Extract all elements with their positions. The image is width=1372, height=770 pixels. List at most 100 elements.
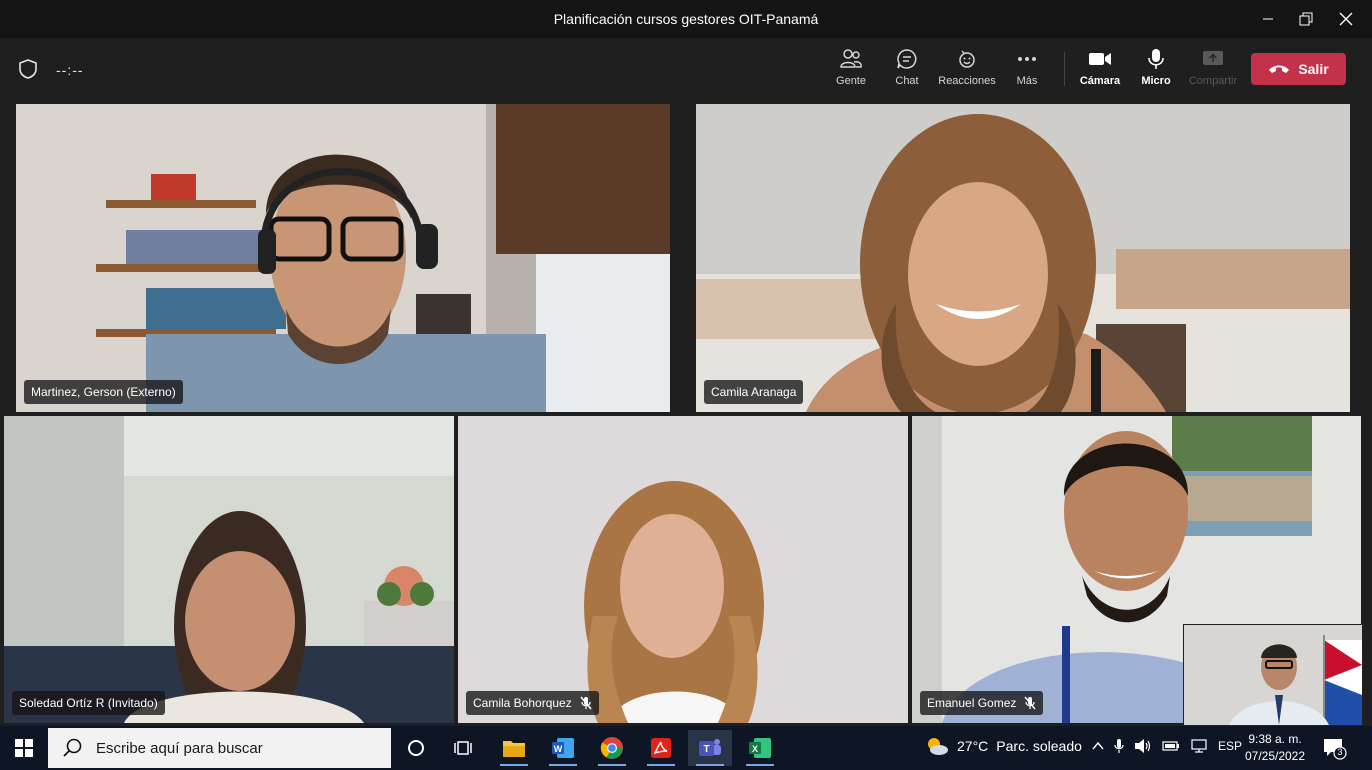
chevron-up-icon[interactable] <box>1092 741 1104 751</box>
close-icon <box>1339 12 1353 26</box>
participant-name-tag: Camila Bohorquez <box>466 691 599 715</box>
weather-widget[interactable]: 27°C Parc. soleado <box>925 736 1082 756</box>
notification-count: 3 <box>1337 747 1343 757</box>
participant-video <box>458 416 908 723</box>
excel-button[interactable]: X <box>738 730 782 766</box>
toolbar-divider <box>1064 52 1065 86</box>
chrome-icon <box>600 737 623 759</box>
reactions-button[interactable]: Reacciones <box>934 48 1000 96</box>
share-icon <box>1203 51 1223 65</box>
start-button[interactable] <box>2 730 46 766</box>
meeting-toolbar: --:-- Gente Chat Reacciones Más Cámara M… <box>0 38 1372 100</box>
reactions-label: Reacciones <box>938 75 996 87</box>
windows-logo-icon <box>15 739 33 757</box>
share-label: Compartir <box>1188 75 1238 87</box>
running-indicator <box>647 764 675 766</box>
restore-icon <box>1299 12 1313 26</box>
word-button[interactable]: W <box>541 730 585 766</box>
partly-sunny-icon <box>928 738 948 755</box>
restore-button[interactable] <box>1286 6 1326 32</box>
more-icon <box>1018 57 1036 61</box>
file-explorer-button[interactable] <box>492 730 536 766</box>
clock-time: 9:38 a. m. <box>1248 732 1302 746</box>
svg-text:W: W <box>554 744 563 754</box>
running-indicator <box>598 764 626 766</box>
participant-video <box>16 104 670 412</box>
participant-name: Emanuel Gomez <box>927 696 1017 710</box>
close-button[interactable] <box>1326 6 1366 32</box>
chat-label: Chat <box>895 75 919 87</box>
reactions-icon <box>959 50 975 68</box>
participant-name-tag: Camila Aranaga <box>704 380 804 404</box>
participant-name: Martinez, Gerson (Externo) <box>31 385 176 399</box>
running-indicator <box>696 764 724 766</box>
muted-microphone-icon <box>1024 696 1036 710</box>
acrobat-button[interactable] <box>639 730 683 766</box>
participant-name-tag: Emanuel Gomez <box>920 691 1044 715</box>
teams-button[interactable]: T <box>688 730 732 766</box>
taskbar: Escribe aquí para buscar W T X 27°C Parc… <box>0 726 1372 770</box>
participant-name-tag: Martinez, Gerson (Externo) <box>24 380 183 404</box>
excel-icon: X <box>749 738 771 758</box>
video-tile[interactable]: Soledad Ortíz R (Invitado) <box>4 416 454 723</box>
shield-icon[interactable] <box>17 58 39 85</box>
participant-name: Camila Aranaga <box>711 385 797 399</box>
cortana-icon <box>408 740 424 756</box>
running-indicator <box>746 764 774 766</box>
weather-description: Parc. soleado <box>996 738 1082 754</box>
people-icon <box>840 49 862 68</box>
task-view-button[interactable] <box>441 730 485 766</box>
camera-label: Cámara <box>1079 75 1121 87</box>
participant-name-tag: Soledad Ortíz R (Invitado) <box>12 691 165 715</box>
cortana-button[interactable] <box>394 730 438 766</box>
weather-temperature: 27°C <box>957 738 989 754</box>
more-label: Más <box>1016 75 1038 87</box>
file-explorer-icon <box>503 741 525 757</box>
input-language[interactable]: ESP <box>1218 739 1242 753</box>
search-icon <box>63 738 82 757</box>
video-tile[interactable]: Martinez, Gerson (Externo) <box>16 104 670 412</box>
more-button[interactable]: Más <box>994 48 1060 96</box>
participant-name: Soledad Ortíz R (Invitado) <box>19 696 158 710</box>
svg-text:X: X <box>752 744 758 754</box>
task-view-icon <box>454 741 472 755</box>
battery-icon[interactable] <box>1162 739 1180 753</box>
taskbar-clock[interactable]: 9:38 a. m. 07/25/2022 <box>1244 731 1306 765</box>
meeting-timer: --:-- <box>56 62 84 78</box>
participant-name: Camila Bohorquez <box>473 696 572 710</box>
notification-icon <box>1324 739 1347 760</box>
search-placeholder: Escribe aquí para buscar <box>96 739 263 757</box>
hang-up-icon <box>1269 65 1290 73</box>
share-button[interactable]: Compartir <box>1180 48 1246 96</box>
leave-label: Salir <box>1298 61 1329 77</box>
self-view[interactable] <box>1183 624 1363 726</box>
taskbar-search[interactable]: Escribe aquí para buscar <box>48 728 391 768</box>
microphone-icon <box>1148 49 1164 69</box>
teams-icon: T <box>699 739 721 756</box>
minimize-icon <box>1263 18 1273 20</box>
system-tray: ESP <box>1092 738 1242 754</box>
chat-icon <box>897 49 917 69</box>
self-view-video <box>1184 625 1362 725</box>
chrome-button[interactable] <box>590 730 634 766</box>
video-tile[interactable]: Camila Aranaga <box>696 104 1350 412</box>
running-indicator <box>500 764 528 766</box>
clock-date: 07/25/2022 <box>1244 749 1306 763</box>
notification-button[interactable]: 3 <box>1322 737 1348 766</box>
camera-icon <box>1089 53 1111 65</box>
title-bar: Planificación cursos gestores OIT-Panamá <box>0 0 1372 38</box>
minimize-button[interactable] <box>1248 6 1288 32</box>
svg-text:T: T <box>703 744 709 755</box>
chat-button[interactable]: Chat <box>874 48 940 96</box>
video-tile[interactable]: Camila Bohorquez <box>458 416 908 723</box>
running-indicator <box>549 764 577 766</box>
leave-button[interactable]: Salir <box>1251 53 1346 85</box>
volume-icon[interactable] <box>1134 738 1152 754</box>
participant-video <box>4 416 454 723</box>
participant-video <box>696 104 1350 412</box>
microphone-in-use-icon[interactable] <box>1114 738 1124 754</box>
people-label: Gente <box>836 75 866 87</box>
muted-microphone-icon <box>580 696 592 710</box>
acrobat-icon <box>651 738 671 758</box>
network-icon[interactable] <box>1190 738 1208 754</box>
